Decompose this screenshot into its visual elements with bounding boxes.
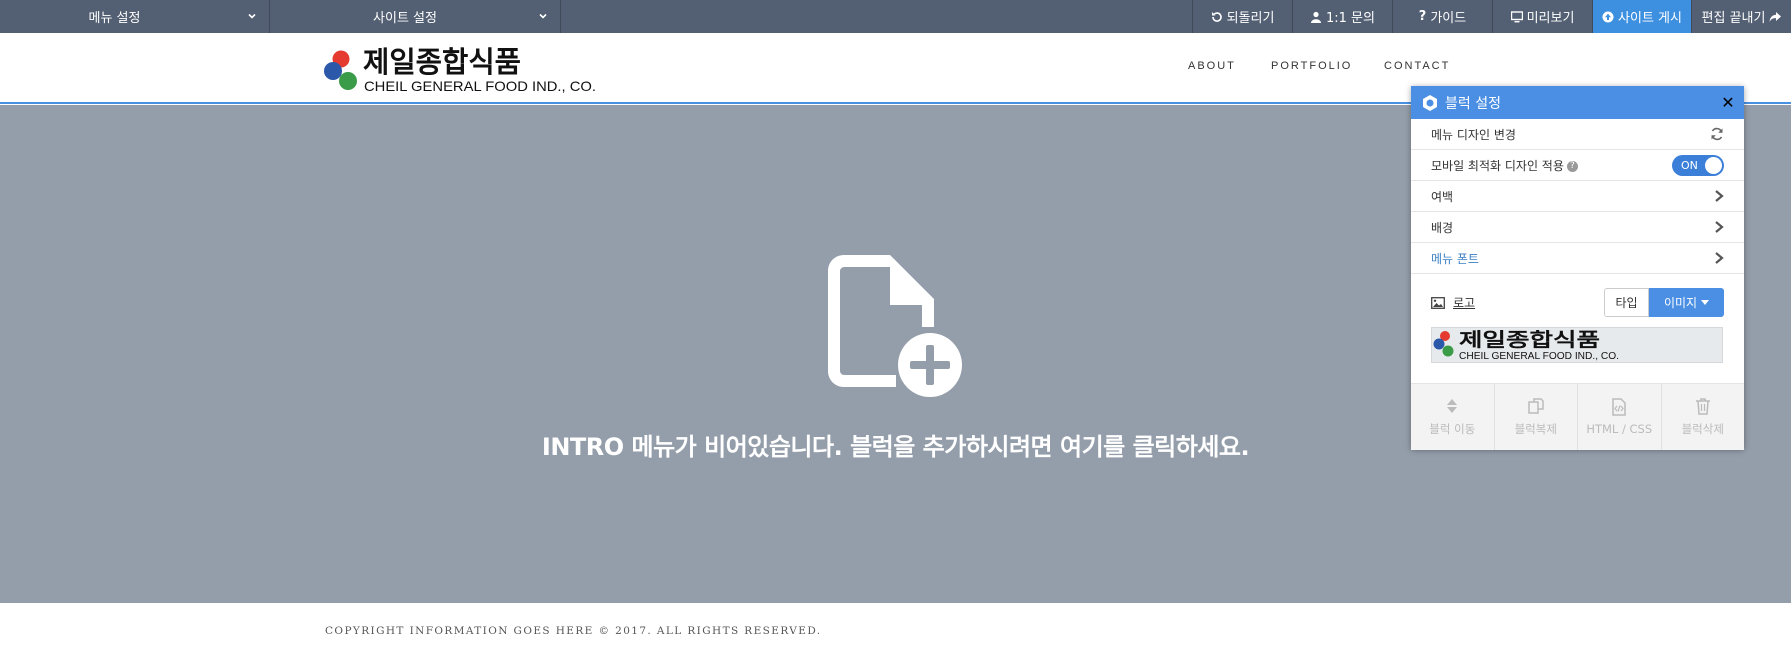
undo-button[interactable]: 되돌리기 — [1192, 0, 1292, 33]
mobile-optimization-row: 모바일 최적화 디자인 적용? ON — [1411, 150, 1744, 181]
guide-button[interactable]: ? 가이드 — [1392, 0, 1492, 33]
finish-editing-button[interactable]: 편집 끝내기 — [1691, 0, 1791, 33]
margin-row[interactable]: 여백 — [1411, 181, 1744, 212]
logo-type-segmented: 타입 이미지 — [1604, 288, 1724, 317]
publish-button[interactable]: 사이트 게시 — [1592, 0, 1691, 33]
monitor-icon — [1510, 10, 1523, 22]
logo-preview-graphic: 제일종합식품 CHEIL GENERAL FOOD IND., CO. — [1433, 329, 1619, 362]
logo-settings-line: 로고 타입 이미지 — [1431, 288, 1724, 317]
publish-label: 사이트 게시 — [1618, 11, 1682, 26]
logo-label-text: 로고 — [1453, 296, 1476, 310]
undo-label: 되돌리기 — [1226, 11, 1275, 26]
mobile-optimization-toggle[interactable]: ON — [1672, 154, 1724, 176]
chevron-right-icon — [1715, 190, 1724, 202]
menu-settings-dropdown[interactable]: 메뉴 설정 — [0, 0, 270, 33]
chevron-right-icon — [1715, 252, 1724, 264]
site-settings-dropdown[interactable]: 사이트 설정 — [270, 0, 561, 33]
caret-down-icon — [1701, 300, 1710, 305]
move-block-label: 블럭 이동 — [1429, 422, 1476, 436]
copy-block-label: 블럭복제 — [1514, 422, 1557, 436]
logo-type-text-option[interactable]: 타입 — [1604, 288, 1649, 317]
preview-english-text: CHEIL GENERAL FOOD IND., CO. — [1459, 351, 1619, 362]
panel-title: 블럭 설정 — [1445, 95, 1501, 112]
inquiry-label: 1:1 문의 — [1326, 11, 1375, 26]
user-icon — [1311, 11, 1321, 23]
code-file-icon — [1612, 398, 1626, 416]
html-css-label: HTML / CSS — [1586, 422, 1653, 436]
menu-design-label: 메뉴 디자인 변경 — [1431, 127, 1516, 142]
site-logo[interactable]: 제일종합식품 CHEIL GENERAL FOOD IND., CO. — [323, 45, 598, 95]
nav-about[interactable]: ABOUT — [1188, 60, 1236, 72]
share-arrow-icon — [1769, 11, 1782, 22]
logo-preview-image[interactable]: 제일종합식품 CHEIL GENERAL FOOD IND., CO. — [1431, 327, 1723, 363]
menu-settings-label: 메뉴 설정 — [88, 11, 141, 26]
copy-icon — [1528, 398, 1544, 414]
delete-block-button[interactable]: 블럭삭제 — [1662, 384, 1745, 450]
logo-setting-link[interactable]: 로고 — [1431, 294, 1475, 311]
background-row[interactable]: 배경 — [1411, 212, 1744, 243]
block-settings-panel: 블럭 설정 ✕ 메뉴 디자인 변경 모바일 최적화 디자인 적용? ON 여백 … — [1411, 86, 1744, 450]
delete-block-label: 블럭삭제 — [1681, 422, 1724, 436]
undo-icon — [1211, 11, 1222, 22]
html-css-button[interactable]: HTML / CSS — [1578, 384, 1662, 450]
inquiry-button[interactable]: 1:1 문의 — [1292, 0, 1392, 33]
logo-english-text: CHEIL GENERAL FOOD IND., CO. — [364, 78, 596, 94]
copyright-text: COPYRIGHT INFORMATION GOES HERE © 2017. … — [325, 625, 822, 637]
site-settings-label: 사이트 설정 — [373, 11, 437, 26]
file-add-icon — [828, 255, 962, 397]
sort-arrows-icon — [1447, 399, 1458, 413]
preview-korean-text: 제일종합식품 — [1459, 329, 1600, 351]
image-icon — [1431, 296, 1445, 309]
toggle-knob — [1705, 156, 1722, 174]
preview-button[interactable]: 미리보기 — [1492, 0, 1592, 33]
move-block-button[interactable]: 블럭 이동 — [1411, 384, 1495, 450]
chevron-down-icon — [539, 13, 547, 19]
mobile-optimization-text: 모바일 최적화 디자인 적용 — [1431, 158, 1564, 173]
hexagon-gear-icon — [1423, 94, 1437, 111]
refresh-icon — [1711, 127, 1723, 141]
toggle-state-label: ON — [1681, 158, 1698, 172]
preview-label: 미리보기 — [1526, 11, 1575, 26]
menu-font-label: 메뉴 폰트 — [1431, 251, 1479, 266]
help-icon[interactable]: ? — [1566, 160, 1578, 172]
nav-portfolio[interactable]: PORTFOLIO — [1271, 60, 1352, 72]
admin-toolbar: 메뉴 설정 사이트 설정 되돌리기 1:1 문의 ? 가이드 미리보기 사이트 … — [0, 0, 1791, 33]
nav-contact[interactable]: CONTACT — [1384, 60, 1450, 72]
close-icon[interactable]: ✕ — [1718, 92, 1738, 112]
guide-label: 가이드 — [1430, 11, 1467, 26]
question-icon: ? — [1418, 9, 1427, 24]
chevron-down-icon — [248, 13, 256, 19]
background-label: 배경 — [1431, 220, 1454, 235]
menu-design-change-row[interactable]: 메뉴 디자인 변경 — [1411, 119, 1744, 150]
logo-type-image-option[interactable]: 이미지 — [1649, 288, 1724, 317]
block-actions-bar: 블럭 이동 블럭복제 HTML / CSS 블럭삭제 — [1411, 384, 1744, 450]
menu-font-row[interactable]: 메뉴 폰트 — [1411, 243, 1744, 274]
logo-settings-section: 로고 타입 이미지 제일종합식품 CHEIL GENERAL FOOD IND.… — [1411, 274, 1744, 384]
chevron-right-icon — [1715, 221, 1724, 233]
upload-circle-icon — [1602, 11, 1614, 22]
trash-icon — [1695, 398, 1710, 415]
finish-label: 편집 끝내기 — [1701, 11, 1766, 26]
margin-label: 여백 — [1431, 189, 1454, 204]
image-option-label: 이미지 — [1663, 296, 1698, 310]
logo-korean-text: 제일종합식품 — [363, 45, 521, 79]
mobile-optimization-label: 모바일 최적화 디자인 적용? — [1431, 157, 1578, 174]
copy-block-button[interactable]: 블럭복제 — [1495, 384, 1578, 450]
panel-header[interactable]: 블럭 설정 ✕ — [1411, 86, 1744, 119]
site-footer: COPYRIGHT INFORMATION GOES HERE © 2017. … — [0, 603, 1791, 661]
